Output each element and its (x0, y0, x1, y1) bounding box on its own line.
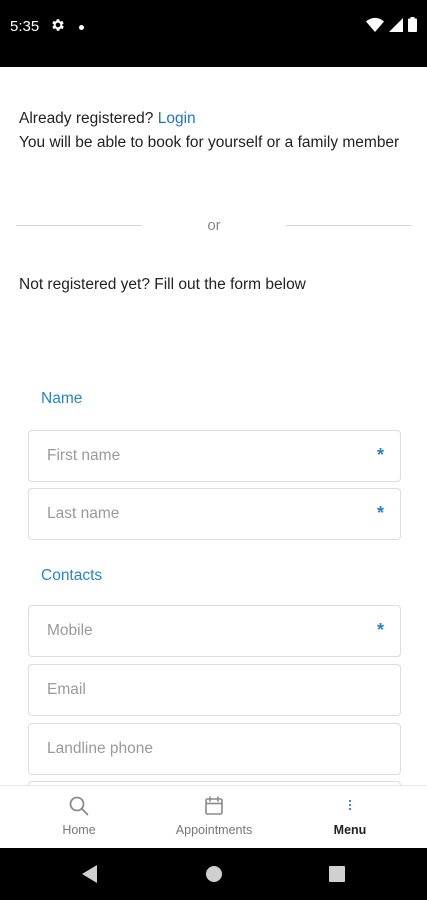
not-registered-text: Not registered yet? Fill out the form be… (19, 276, 306, 293)
back-button[interactable] (60, 848, 120, 900)
book-info-text: You will be able to book for yourself or… (19, 134, 400, 151)
nav-item-home[interactable]: Home (8, 786, 150, 849)
back-icon (82, 865, 97, 883)
first-name-input[interactable] (47, 431, 367, 481)
notification-dot-icon (79, 25, 84, 30)
status-bar: 5:35 (0, 0, 427, 67)
home-circle-icon (206, 866, 222, 882)
required-marker: * (376, 445, 384, 465)
landline-field[interactable] (28, 723, 401, 775)
system-nav-bar (0, 848, 427, 900)
main-content: Already registered? Login You will be ab… (0, 67, 427, 785)
nav-item-menu[interactable]: Menu (279, 786, 421, 849)
required-marker: * (376, 620, 384, 640)
first-name-field[interactable]: * (28, 430, 401, 482)
mobile-field[interactable]: * (28, 605, 401, 657)
divider-line-right (286, 225, 412, 226)
home-button[interactable] (184, 848, 244, 900)
recents-button[interactable] (307, 848, 367, 900)
required-marker: * (376, 503, 384, 523)
name-section-title: Name (41, 390, 83, 407)
email-field[interactable] (28, 664, 401, 716)
landline-input[interactable] (47, 724, 367, 774)
nav-item-appointments[interactable]: Appointments (143, 786, 285, 849)
login-link[interactable]: Login (158, 110, 196, 127)
contacts-section-title: Contacts (41, 567, 103, 584)
already-registered-text: Already registered? (19, 110, 154, 127)
search-icon (69, 796, 89, 816)
status-indicators (366, 17, 417, 32)
nav-label-appointments: Appointments (175, 823, 253, 837)
more-vertical-icon (348, 799, 352, 811)
last-name-input[interactable] (47, 489, 367, 539)
or-divider: or (16, 214, 412, 238)
bottom-nav: Home Appointments Menu (0, 785, 427, 848)
status-time: 5:35 (10, 18, 40, 35)
calendar-icon (205, 796, 223, 815)
nav-label-home: Home (62, 823, 96, 837)
settings-icon (52, 19, 64, 31)
mobile-input[interactable] (47, 606, 367, 656)
recents-square-icon (329, 866, 345, 882)
last-name-field[interactable]: * (28, 488, 401, 540)
signal-icon (389, 17, 403, 32)
intro-text: Already registered? Login You will be ab… (19, 107, 409, 155)
battery-icon (408, 17, 417, 32)
wifi-icon (366, 17, 384, 32)
nav-label-menu: Menu (333, 823, 367, 837)
email-input[interactable] (47, 665, 367, 715)
